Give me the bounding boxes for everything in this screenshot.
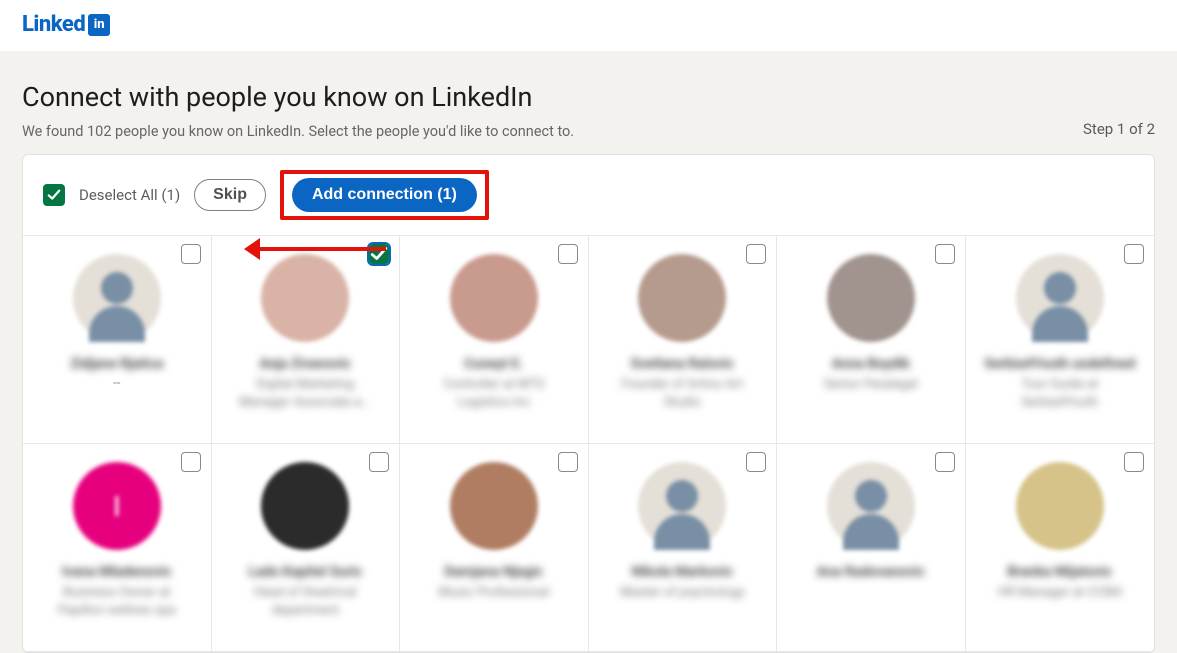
person-checkbox[interactable] [558, 452, 578, 472]
person-checkbox[interactable] [935, 452, 955, 472]
title-area: Connect with people you know on LinkedIn… [0, 51, 1177, 154]
person-card[interactable]: Anna Boydik Senior Paralegal [777, 236, 966, 444]
logo-text: Linked [22, 12, 85, 37]
avatar [261, 462, 349, 550]
person-card[interactable]: I Ivana Mladenovic Business Owner atPapill… [23, 444, 212, 652]
people-card: Deselect All (1) Skip Add connection (1)… [22, 154, 1155, 653]
person-card[interactable]: Cuneyt E. Controller at MTSLogistics Inc [400, 236, 589, 444]
annotation-highlight-box: Add connection (1) [280, 170, 489, 220]
person-role: Head of theatricaldepartment [254, 584, 357, 619]
person-name: Serbia4Youth undefined [984, 356, 1135, 372]
person-card[interactable]: Ana Radovanovic [777, 444, 966, 652]
avatar [1016, 462, 1104, 550]
person-name: Zidjane Rjatica [70, 356, 163, 372]
person-role: HR Manager at CCBill [998, 584, 1122, 602]
person-checkbox[interactable] [181, 244, 201, 264]
person-name: Anja Zivanovic [259, 356, 351, 372]
person-role: Controller at MTSLogistics Inc [443, 376, 544, 411]
person-name: Svetlana Ralovic [630, 356, 734, 372]
person-checkbox[interactable] [369, 452, 389, 472]
page-subtitle: We found 102 people you know on LinkedIn… [22, 123, 574, 140]
logo-badge: in [88, 14, 110, 36]
person-checkbox[interactable] [746, 244, 766, 264]
person-card[interactable]: Zidjane Rjatica -- [23, 236, 212, 444]
person-role: Senior Paralegal [824, 376, 918, 394]
person-role: Business Owner atPapillon wellnes spa [58, 584, 176, 619]
person-checkbox[interactable] [935, 244, 955, 264]
checkmark-icon [370, 245, 388, 263]
person-name: Lado Kapitel Suric [248, 564, 362, 580]
avatar: I [73, 462, 161, 550]
skip-button[interactable]: Skip [194, 179, 266, 211]
app-header: Linked in [0, 0, 1177, 51]
person-card[interactable]: Anja Zivanovic Digital MarketingManager A… [212, 236, 401, 444]
person-name: Anna Boydik [832, 356, 910, 372]
person-role: Master of psychology [620, 584, 745, 602]
person-card[interactable]: Svetlana Ralovic Founder of Artino ArtStu… [589, 236, 778, 444]
avatar [827, 462, 915, 550]
person-card[interactable]: Serbia4Youth undefined Tour Guide atSerbi… [966, 236, 1155, 444]
person-name: Damjana Njegic [444, 564, 543, 580]
person-role: Digital MarketingManager Associate a... [239, 376, 372, 411]
person-name: Nikola Markovic [632, 564, 733, 580]
avatar [73, 254, 161, 342]
person-card[interactable]: Damjana Njegic Music Professional [400, 444, 589, 652]
avatar [638, 462, 726, 550]
person-checkbox[interactable] [1124, 244, 1144, 264]
person-role: Tour Guide atSerbia4Youth [1021, 376, 1098, 411]
people-grid: Zidjane Rjatica -- Anja Zivanovic Digital M… [23, 236, 1154, 652]
avatar [827, 254, 915, 342]
person-checkbox[interactable] [1124, 452, 1144, 472]
person-name: Branka Mijatovic [1007, 564, 1112, 580]
person-checkbox[interactable] [369, 244, 389, 264]
person-checkbox[interactable] [181, 452, 201, 472]
person-role-empty: -- [113, 376, 120, 391]
avatar [261, 254, 349, 342]
person-checkbox[interactable] [746, 452, 766, 472]
person-name: Ivana Mladenovic [62, 564, 172, 580]
deselect-all-label[interactable]: Deselect All (1) [79, 186, 180, 204]
step-indicator: Step 1 of 2 [1083, 120, 1155, 138]
person-card[interactable]: Lado Kapitel Suric Head of theatricaldepa… [212, 444, 401, 652]
selection-toolbar: Deselect All (1) Skip Add connection (1) [23, 155, 1154, 236]
checkmark-icon [47, 188, 61, 202]
person-checkbox[interactable] [558, 244, 578, 264]
avatar [450, 462, 538, 550]
person-name: Cuneyt E. [464, 356, 523, 372]
person-role: Founder of Artino ArtStudio [621, 376, 743, 411]
linkedin-logo: Linked in [22, 12, 1155, 37]
add-connection-button[interactable]: Add connection (1) [292, 178, 477, 212]
page-title: Connect with people you know on LinkedIn [22, 81, 574, 113]
person-card[interactable]: Nikola Markovic Master of psychology [589, 444, 778, 652]
avatar [1016, 254, 1104, 342]
avatar [450, 254, 538, 342]
avatar [638, 254, 726, 342]
person-card[interactable]: Branka Mijatovic HR Manager at CCBill [966, 444, 1155, 652]
person-role: Music Professional [438, 584, 549, 602]
annotation-arrow [256, 250, 386, 254]
person-name: Ana Radovanovic [817, 564, 925, 580]
select-all-checkbox[interactable] [43, 184, 65, 206]
